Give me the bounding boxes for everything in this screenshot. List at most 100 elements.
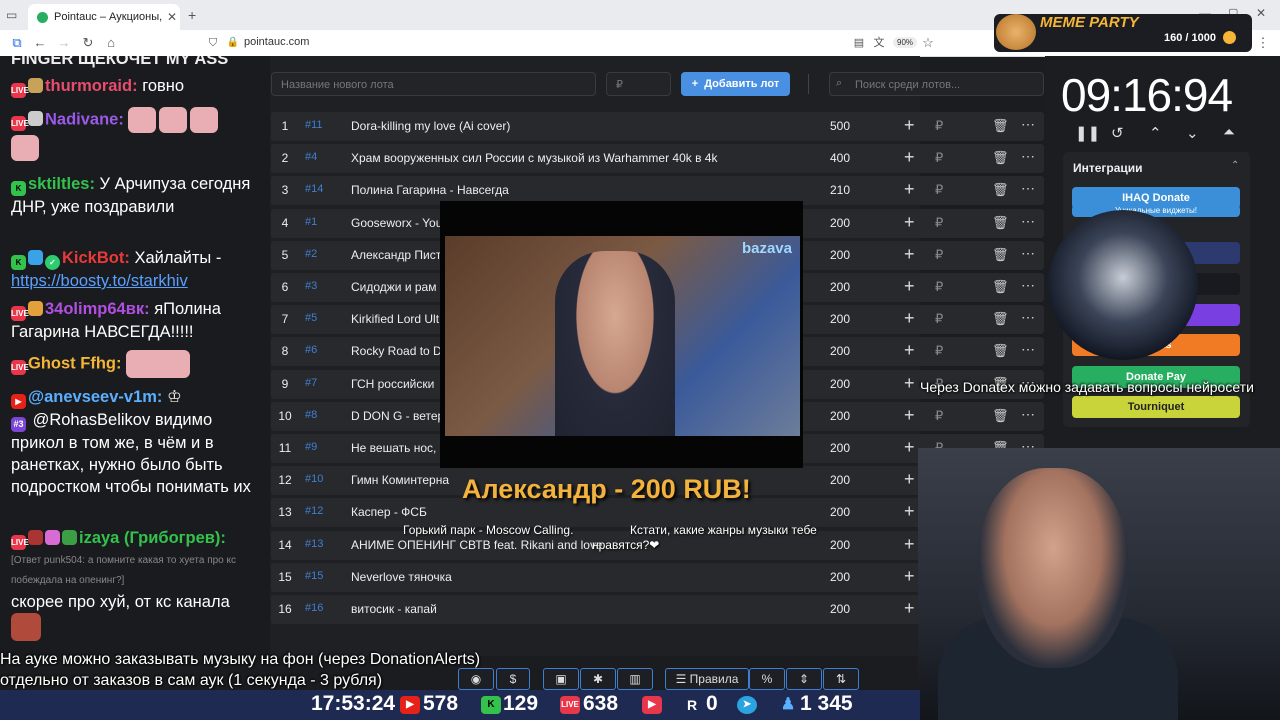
- close-tab-icon[interactable]: ✕: [164, 10, 180, 24]
- lot-amount[interactable]: 200: [830, 473, 850, 487]
- translate-icon[interactable]: 文: [870, 34, 888, 52]
- trash-icon[interactable]: 🗑: [992, 182, 1009, 198]
- integration-button[interactable]: Tourniquet: [1072, 396, 1240, 418]
- lot-name[interactable]: Rocky Road to D: [351, 344, 442, 358]
- lot-id[interactable]: #2: [305, 248, 317, 260]
- reset-icon[interactable]: ↺: [1111, 124, 1124, 142]
- lot-id[interactable]: #6: [305, 344, 317, 356]
- lot-id[interactable]: #3: [305, 280, 317, 292]
- trash-icon[interactable]: 🗑: [992, 279, 1009, 295]
- chat-link[interactable]: https://boosty.to/starkhiv: [11, 272, 188, 290]
- home-icon[interactable]: ⌂: [102, 34, 120, 52]
- add-lot-button[interactable]: + Добавить лот: [681, 72, 790, 96]
- lot-amount[interactable]: 200: [830, 538, 850, 552]
- window-close-icon[interactable]: ✕: [1256, 6, 1266, 20]
- add-amount-icon[interactable]: +: [904, 534, 915, 555]
- clear-button[interactable]: ▥: [617, 668, 653, 690]
- lot-name[interactable]: Гимн Коминтерна: [351, 473, 449, 487]
- add-amount-icon[interactable]: +: [904, 340, 915, 361]
- ruble-icon[interactable]: ₽: [935, 215, 943, 231]
- trash-icon[interactable]: 🗑: [992, 408, 1009, 424]
- lot-name[interactable]: Gooseworx - You: [351, 216, 442, 230]
- trash-icon[interactable]: 🗑: [992, 150, 1009, 166]
- url-text[interactable]: pointauc.com: [244, 36, 309, 48]
- add-amount-icon[interactable]: +: [904, 115, 915, 136]
- add-amount-icon[interactable]: +: [904, 276, 915, 297]
- trash-icon[interactable]: 🗑: [992, 118, 1009, 134]
- add-amount-icon[interactable]: +: [904, 373, 915, 394]
- percent-button[interactable]: %: [749, 668, 785, 690]
- chat-username[interactable]: 34olimp64вк:: [45, 300, 150, 318]
- lot-amount[interactable]: 200: [830, 377, 850, 391]
- more-icon[interactable]: ⋯: [1021, 309, 1035, 326]
- lot-id[interactable]: #14: [305, 183, 323, 195]
- trash-icon[interactable]: 🗑: [992, 311, 1009, 327]
- lot-id[interactable]: #9: [305, 441, 317, 453]
- lot-id[interactable]: #10: [305, 473, 323, 485]
- lot-name[interactable]: D DON G - ветер: [351, 409, 444, 423]
- ruble-icon[interactable]: ₽: [935, 118, 943, 134]
- lot-id[interactable]: #5: [305, 312, 317, 324]
- more-icon[interactable]: ⋯: [1021, 180, 1035, 197]
- bookmark-star-icon[interactable]: ☆: [919, 34, 937, 52]
- lot-id[interactable]: #11: [305, 119, 323, 131]
- sidebar-icon[interactable]: ⧉: [8, 34, 26, 52]
- lot-id[interactable]: #1: [305, 216, 317, 228]
- timer-up-icon[interactable]: ⌃: [1149, 124, 1162, 142]
- site-info-icon[interactable]: ⛉: [204, 34, 222, 52]
- chat-username[interactable]: KickBot:: [62, 249, 130, 267]
- chat-username[interactable]: izaya (Грибогрев):: [79, 529, 226, 547]
- reader-icon[interactable]: ▤: [850, 34, 868, 52]
- ruble-icon[interactable]: ₽: [935, 247, 943, 263]
- lot-name[interactable]: ГСН российски: [351, 377, 434, 391]
- lot-id[interactable]: #13: [305, 538, 323, 550]
- lot-amount[interactable]: 200: [830, 570, 850, 584]
- lot-name[interactable]: Dora-killing my love (Ai cover): [351, 119, 510, 133]
- lot-name[interactable]: Полина Гагарина - Навсегда: [351, 183, 509, 197]
- lot-id[interactable]: #15: [305, 570, 323, 582]
- lot-amount[interactable]: 200: [830, 312, 850, 326]
- more-icon[interactable]: ⋯: [1021, 213, 1035, 230]
- collapse-icon[interactable]: ⌃: [1231, 160, 1239, 171]
- lot-name[interactable]: Не вешать нос,: [351, 441, 436, 455]
- more-icon[interactable]: ⋯: [1021, 341, 1035, 358]
- new-tab-icon[interactable]: +: [188, 7, 196, 23]
- ruble-icon[interactable]: ₽: [935, 343, 943, 359]
- add-amount-icon[interactable]: +: [904, 244, 915, 265]
- lot-amount-input[interactable]: ₽: [606, 72, 671, 96]
- ruble-icon[interactable]: ₽: [935, 279, 943, 295]
- more-icon[interactable]: ⋯: [1021, 116, 1035, 133]
- lot-amount[interactable]: 200: [830, 409, 850, 423]
- lot-id[interactable]: #12: [305, 505, 323, 517]
- lot-name[interactable]: Александр Пист: [351, 248, 441, 262]
- lot-name[interactable]: Сидоджи и рам: [351, 280, 436, 294]
- more-icon[interactable]: ⋯: [1021, 148, 1035, 165]
- add-amount-icon[interactable]: +: [904, 147, 915, 168]
- reload-icon[interactable]: ↻: [79, 34, 97, 52]
- lot-amount[interactable]: 200: [830, 216, 850, 230]
- github-button[interactable]: ◉: [458, 668, 494, 690]
- add-amount-icon[interactable]: +: [904, 437, 915, 458]
- split-button[interactable]: ⇕: [786, 668, 822, 690]
- rules-button[interactable]: ☰ Правила: [665, 668, 749, 690]
- lot-search-input[interactable]: Поиск среди лотов...: [829, 72, 1044, 96]
- chat-username[interactable]: Ghost Ffhg:: [28, 354, 121, 372]
- lot-id[interactable]: #8: [305, 409, 317, 421]
- lot-row[interactable]: 2 #4 Храм вооруженных сил России с музыкой…: [271, 144, 1044, 174]
- chat-username[interactable]: Nadivane:: [45, 110, 124, 128]
- zoom-level[interactable]: 90%: [893, 37, 918, 48]
- lot-id[interactable]: #4: [305, 151, 317, 163]
- lot-amount[interactable]: 400: [830, 151, 850, 165]
- lot-id[interactable]: #16: [305, 602, 323, 614]
- ruble-icon[interactable]: ₽: [935, 150, 943, 166]
- lot-amount[interactable]: 200: [830, 505, 850, 519]
- more-icon[interactable]: ⋯: [1021, 406, 1035, 423]
- lot-amount[interactable]: 200: [830, 280, 850, 294]
- add-amount-icon[interactable]: +: [904, 212, 915, 233]
- add-amount-icon[interactable]: +: [904, 308, 915, 329]
- new-lot-input[interactable]: Название нового лота: [271, 72, 596, 96]
- lot-name[interactable]: Kirkified Lord Ult: [351, 312, 439, 326]
- lot-name[interactable]: Каспер - ФСБ: [351, 505, 427, 519]
- donate-button[interactable]: $: [496, 668, 530, 690]
- chat-username[interactable]: @anevseev-v1m:: [28, 388, 162, 406]
